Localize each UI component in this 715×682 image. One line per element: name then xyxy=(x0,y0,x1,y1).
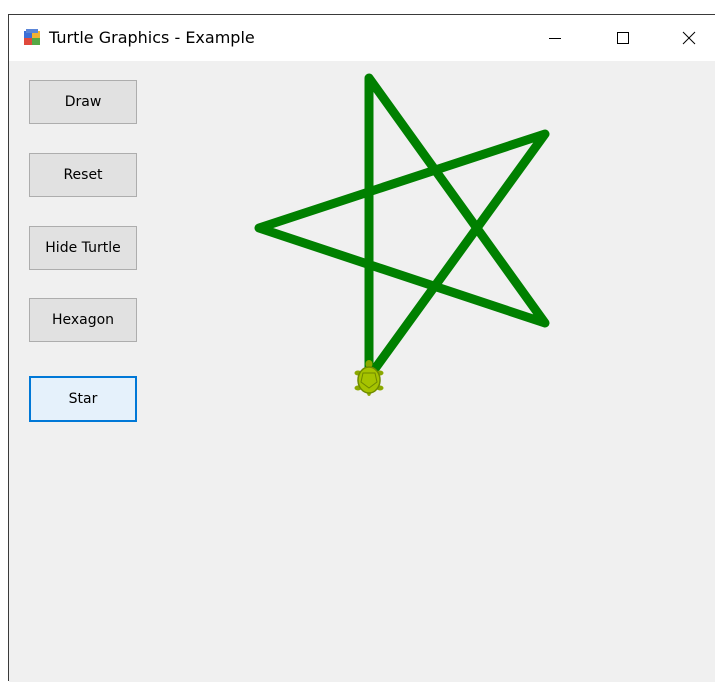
maximize-button[interactable] xyxy=(600,15,646,61)
star-drawing xyxy=(254,73,550,382)
hide-turtle-button[interactable]: Hide Turtle xyxy=(29,226,137,270)
close-icon xyxy=(682,31,696,45)
app-window: Turtle Graphics - Example Draw Reset Hid… xyxy=(8,14,715,682)
draw-button[interactable]: Draw xyxy=(29,80,137,124)
maximize-icon xyxy=(617,32,629,44)
window-title: Turtle Graphics - Example xyxy=(49,28,255,47)
reset-button[interactable]: Reset xyxy=(29,153,137,197)
hexagon-button[interactable]: Hexagon xyxy=(29,298,137,342)
minimize-icon xyxy=(549,38,561,39)
form-client-area: Draw Reset Hide Turtle Hexagon Star xyxy=(9,61,715,682)
star-button[interactable]: Star xyxy=(29,376,137,422)
title-bar[interactable]: Turtle Graphics - Example xyxy=(9,15,715,61)
windows-forms-app-icon xyxy=(24,29,40,45)
close-button[interactable] xyxy=(666,15,712,61)
minimize-button[interactable] xyxy=(532,15,578,61)
